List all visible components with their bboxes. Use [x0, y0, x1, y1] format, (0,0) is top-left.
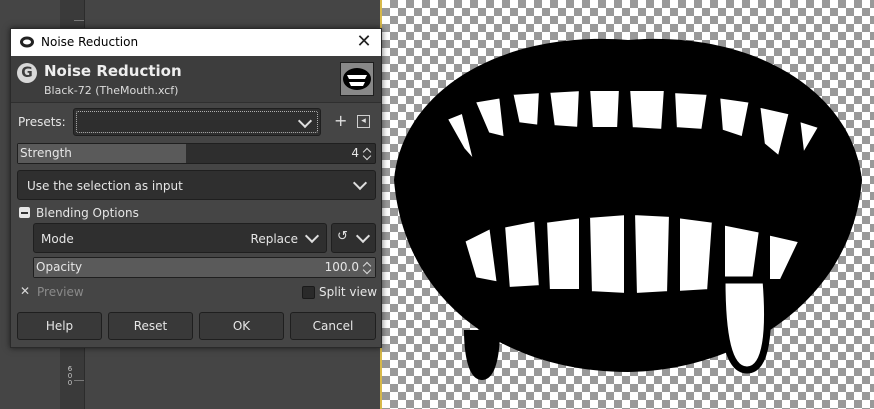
cancel-button[interactable]: Cancel [290, 312, 376, 340]
chevron-down-icon [297, 113, 313, 129]
layer-thumbnail [340, 62, 374, 96]
opacity-slider[interactable]: Opacity 100.0 [33, 257, 376, 278]
split-view-checkbox[interactable] [302, 286, 315, 299]
gimp-logo-icon: G [17, 63, 37, 83]
ruler-label: 6 0 0 [67, 365, 73, 387]
mouth-artwork [394, 38, 862, 380]
preset-menu-icon[interactable]: ◂ [357, 115, 370, 128]
chevron-down-icon [352, 175, 368, 191]
add-preset-icon[interactable]: + [334, 113, 347, 129]
strength-slider[interactable]: Strength 4 [17, 143, 376, 164]
ok-button[interactable]: OK [199, 312, 284, 340]
noise-reduction-dialog: Noise Reduction ✕ G Noise Reduction Blac… [10, 28, 382, 348]
strength-value: 4 [351, 146, 359, 160]
mode-label: Mode [41, 232, 74, 246]
mode-cycle-icon: ↺ [337, 229, 348, 244]
chevron-down-icon [304, 228, 320, 244]
close-icon[interactable]: ✕ [355, 32, 373, 52]
help-button[interactable]: Help [17, 312, 102, 340]
presets-label: Presets: [18, 115, 66, 129]
collapse-icon[interactable] [19, 207, 30, 218]
opacity-label: Opacity [36, 260, 83, 274]
opacity-value: 100.0 [324, 260, 359, 274]
preview-checkbox[interactable]: ✕ [20, 285, 30, 297]
header-subtitle: Black-72 (TheMouth.xcf) [44, 84, 179, 97]
reset-button[interactable]: Reset [108, 312, 193, 340]
mode-cycle-button[interactable]: ↺ [331, 223, 376, 253]
spin-arrows-icon[interactable] [362, 146, 373, 161]
dialog-titlebar[interactable]: Noise Reduction ✕ [11, 29, 381, 56]
strength-label: Strength [20, 146, 72, 160]
spin-arrows-icon[interactable] [362, 260, 373, 275]
header-title: Noise Reduction [44, 62, 182, 80]
window-title: Noise Reduction [41, 35, 139, 49]
split-view-label[interactable]: Split view [319, 285, 377, 299]
dialog-header: G Noise Reduction Black-72 (TheMouth.xcf… [11, 56, 381, 103]
blending-options-label[interactable]: Blending Options [36, 206, 139, 220]
mode-combo[interactable]: Mode Replace [33, 223, 327, 253]
chevron-down-icon [355, 228, 371, 244]
input-source-combo[interactable]: Use the selection as input [17, 170, 376, 200]
preview-label: Preview [37, 285, 84, 299]
input-source-value: Use the selection as input [27, 179, 183, 193]
presets-combo[interactable] [73, 108, 321, 136]
mode-value: Replace [250, 232, 298, 246]
gimp-window-icon [20, 36, 34, 48]
